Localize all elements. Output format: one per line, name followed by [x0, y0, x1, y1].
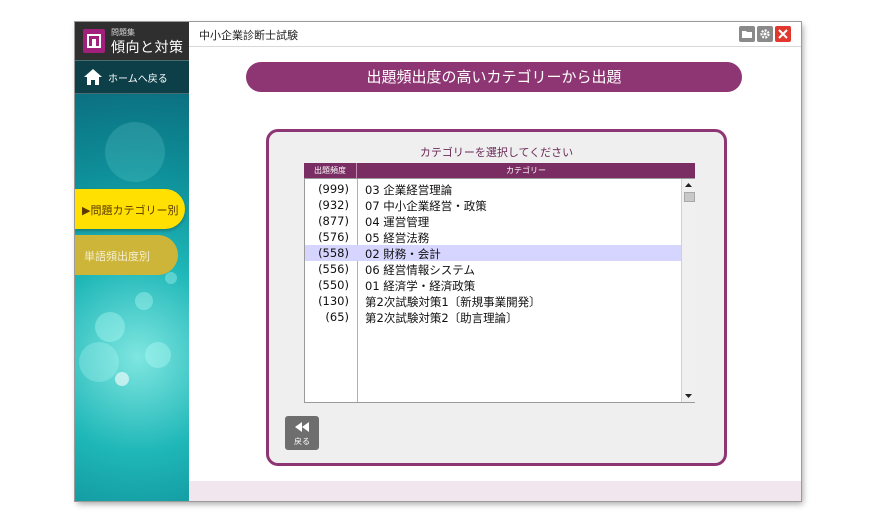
column-header-frequency: 出題頻度 [304, 163, 357, 178]
home-label: ホームへ戻る [108, 74, 168, 85]
folder-button[interactable] [739, 26, 755, 42]
scroll-up-button[interactable] [683, 180, 694, 191]
list-item-category: 01 経済学・経済政策 [365, 279, 476, 293]
list-item[interactable]: (576) 05 経営法務 [305, 229, 681, 245]
footer-bar [189, 481, 801, 501]
list-item[interactable]: (877) 04 運営管理 [305, 213, 681, 229]
list-item-frequency: (550) [318, 278, 349, 292]
window-title: 中小企業診断士試験 [199, 29, 298, 42]
list-item[interactable]: (550) 01 経済学・経済政策 [305, 277, 681, 293]
list-item-category: 第2次試験対策2〔助言理論〕 [365, 311, 518, 325]
page-title: 出題頻出度の高いカテゴリーから出題 [246, 62, 742, 92]
title-bar: 中小企業診断士試験 [189, 22, 801, 47]
settings-button[interactable] [757, 26, 773, 42]
list-item-category: 06 経営情報システム [365, 263, 475, 277]
list-item-frequency: (576) [318, 230, 349, 244]
sidebar: 問題集 傾向と対策 ホームへ戻る ▶問題カテゴリー別 単語頻出度別 [75, 22, 189, 501]
list-item-category: 第2次試験対策1〔新規事業開発〕 [365, 295, 541, 309]
close-icon [778, 29, 788, 39]
list-item[interactable]: (999) 03 企業経営理論 [305, 181, 681, 197]
panel-caption: カテゴリーを選択してください [419, 146, 574, 159]
tab-word-frequency[interactable]: 単語頻出度別 [75, 235, 178, 275]
scroll-thumb[interactable] [684, 192, 695, 202]
list-item-frequency: (556) [318, 262, 349, 276]
home-icon [84, 69, 102, 85]
column-header-category: カテゴリー [506, 166, 546, 175]
list-scrollbar[interactable] [681, 179, 695, 402]
list-item-frequency: (932) [318, 198, 349, 212]
list-item-category: 04 運営管理 [365, 215, 430, 229]
category-panel: カテゴリーを選択してください 出題頻度 カテゴリー (999) 03 企業経営理… [266, 129, 727, 466]
app-logo [83, 29, 105, 53]
app-window: 問題集 傾向と対策 ホームへ戻る ▶問題カテゴリー別 単語頻出度別 中小企業診断… [75, 22, 801, 501]
back-button-label: 戻る [294, 437, 310, 446]
list-item-frequency: (65) [325, 310, 349, 324]
tab-category[interactable]: ▶問題カテゴリー別 [75, 189, 185, 229]
list-item-frequency: (999) [318, 182, 349, 196]
arrow-up-icon [685, 183, 692, 187]
tab-category-label: ▶問題カテゴリー別 [82, 204, 179, 217]
scroll-down-button[interactable] [683, 390, 694, 401]
category-list[interactable]: (999) 03 企業経営理論 (932) 07 中小企業経営・政策 (877)… [304, 178, 695, 403]
gear-icon [760, 29, 770, 39]
list-item-category: 02 財務・会計 [365, 247, 441, 261]
list-item[interactable]: (65) 第2次試験対策2〔助言理論〕 [305, 309, 681, 325]
book-icon [87, 34, 101, 48]
list-item[interactable]: (130) 第2次試験対策1〔新規事業開発〕 [305, 293, 681, 309]
app-header: 問題集 傾向と対策 [75, 22, 189, 60]
home-button[interactable]: ホームへ戻る [75, 60, 189, 94]
list-item-category: 05 経営法務 [365, 231, 430, 245]
arrow-down-icon [685, 394, 692, 398]
list-item-frequency: (877) [318, 214, 349, 228]
tab-word-frequency-label: 単語頻出度別 [84, 250, 150, 263]
close-button[interactable] [775, 26, 791, 42]
folder-icon [742, 31, 752, 38]
list-item[interactable]: (556) 06 経営情報システム [305, 261, 681, 277]
list-item[interactable]: (932) 07 中小企業経営・政策 [305, 197, 681, 213]
list-item-frequency: (130) [318, 294, 349, 308]
list-item-category: 03 企業経営理論 [365, 183, 453, 197]
list-header: 出題頻度 カテゴリー [304, 163, 695, 178]
back-button[interactable]: 戻る [285, 416, 319, 450]
app-title: 傾向と対策 [111, 40, 184, 56]
main-content: 出題頻出度の高いカテゴリーから出題 カテゴリーを選択してください 出題頻度 カテ… [189, 47, 801, 481]
list-item-category: 07 中小企業経営・政策 [365, 199, 487, 213]
list-item-selected[interactable]: (558) 02 財務・会計 [305, 245, 681, 261]
list-item-frequency: (558) [318, 246, 349, 260]
rewind-icon [295, 422, 309, 432]
